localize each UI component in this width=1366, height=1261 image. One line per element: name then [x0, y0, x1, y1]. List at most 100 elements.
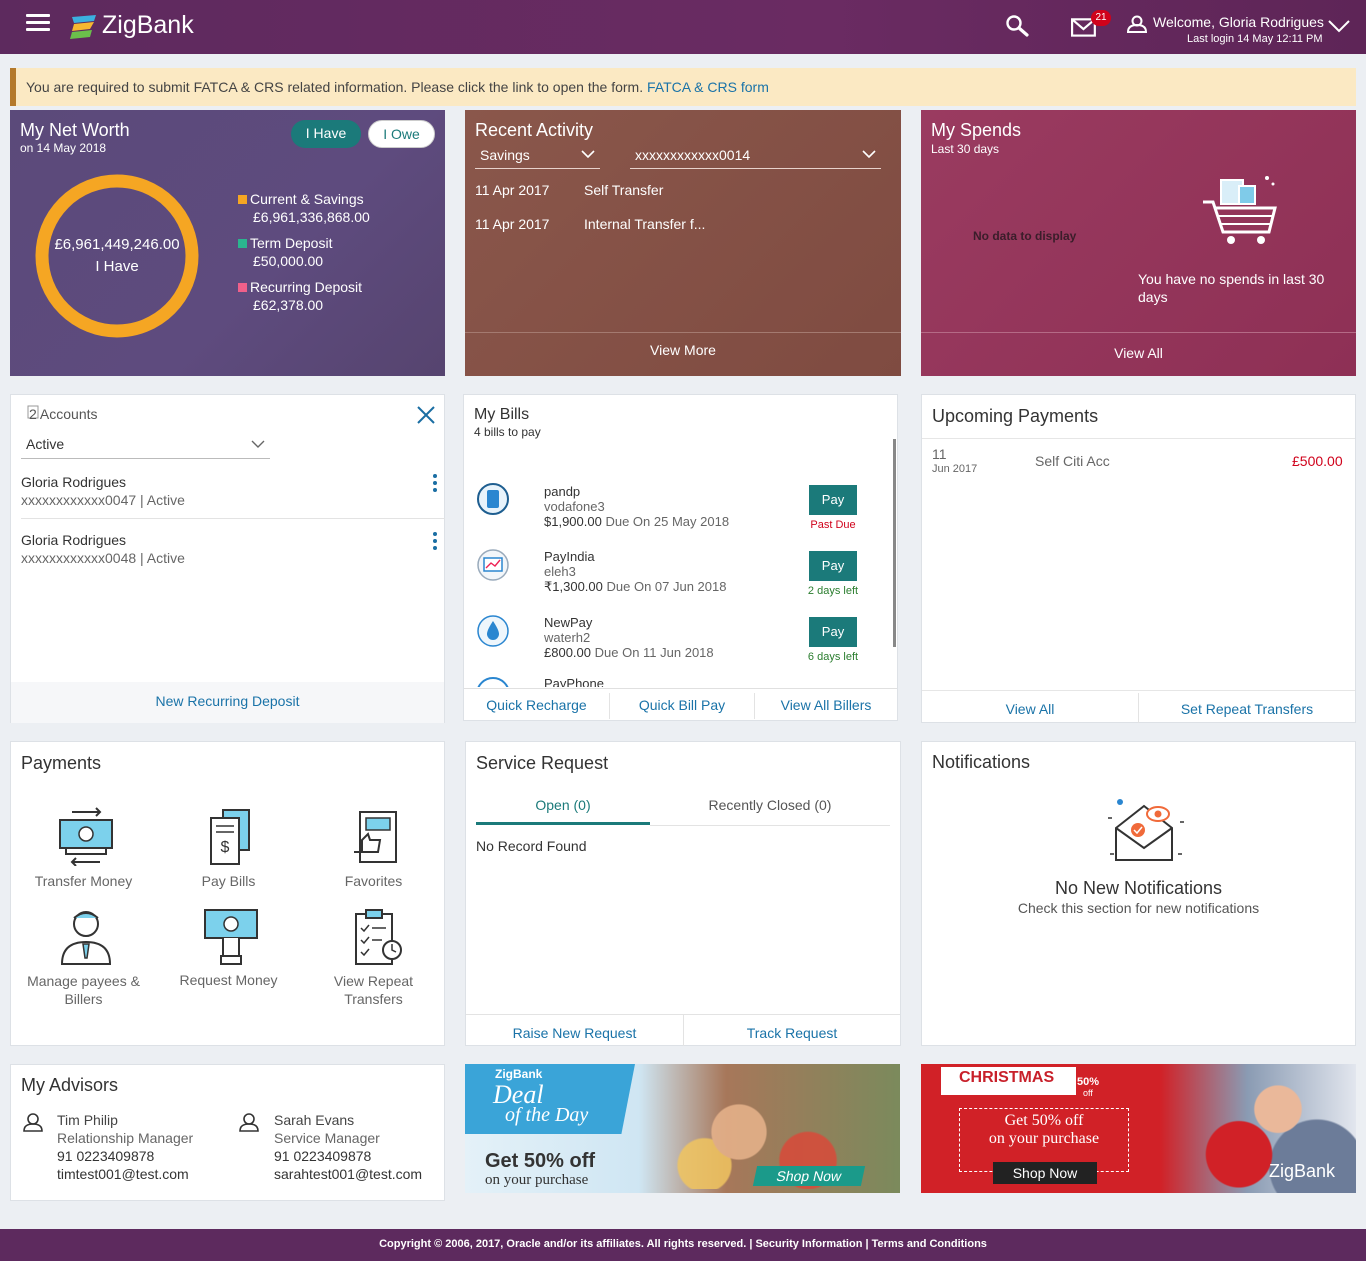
banner-brand: ZigBank — [495, 1067, 543, 1081]
quick-recharge-link[interactable]: Quick Recharge — [464, 697, 609, 713]
recent-activity-card: Recent Activity Savings xxxxxxxxxxxx0014… — [465, 110, 901, 376]
raise-new-request-link[interactable]: Raise New Request — [466, 1025, 683, 1041]
pay-button[interactable]: Pay — [809, 551, 857, 581]
shop-now-button[interactable]: Shop Now — [752, 1166, 866, 1186]
recent-activity-title: Recent Activity — [475, 120, 594, 140]
divider — [464, 688, 897, 689]
chevron-down-icon — [581, 150, 595, 159]
view-all-spends-link[interactable]: View All — [921, 345, 1356, 361]
account-status-select[interactable]: Active — [21, 433, 270, 459]
net-worth-ring — [35, 174, 199, 338]
view-repeat-transfers-tile[interactable]: View Repeat Transfers — [301, 904, 446, 1014]
account-type-select[interactable]: Savings — [475, 144, 600, 169]
no-spends-message: You have no spends in last 30 days — [1138, 271, 1325, 305]
request-money-tile[interactable]: Request Money — [156, 904, 301, 994]
tab-open-requests[interactable]: Open (0) — [476, 797, 650, 813]
close-icon[interactable] — [416, 405, 436, 425]
manage-payees-tile[interactable]: Manage payees & Billers — [11, 904, 156, 1014]
banner-off: off — [1083, 1088, 1093, 1098]
shop-now-button[interactable]: Shop Now — [993, 1162, 1097, 1184]
legend-current-savings-swatch — [238, 195, 247, 204]
chevron-down-icon — [251, 440, 265, 448]
manage-payees-icon — [60, 911, 112, 965]
quick-bill-pay-link[interactable]: Quick Bill Pay — [610, 697, 754, 713]
footer: Copyright © 2006, 2017, Oracle and/or it… — [0, 1229, 1366, 1261]
divider — [650, 825, 890, 826]
legend-recurring-deposit-swatch — [238, 283, 247, 292]
search-icon[interactable] — [1005, 14, 1031, 38]
biller-nickname: eleh3 — [544, 564, 576, 579]
pay-bills-icon: $ — [210, 809, 250, 865]
bills-count: 4 bills to pay — [474, 425, 541, 439]
deal-of-the-day-banner[interactable]: ZigBank Deal of the Day Get 50% off on y… — [465, 1064, 900, 1193]
no-data-text: No data to display — [973, 229, 1077, 243]
bill-due-date: Due On 25 May 2018 — [605, 514, 730, 529]
menu-icon[interactable] — [26, 14, 50, 34]
tab-i-owe[interactable]: I Owe — [368, 120, 435, 148]
zigbank-logo[interactable]: ZigBank — [68, 9, 208, 43]
notification-envelope-icon — [1108, 799, 1184, 861]
biller-nickname: vodafone3 — [544, 499, 605, 514]
banner-percent: 50% — [1077, 1076, 1100, 1088]
new-recurring-deposit-link[interactable]: New Recurring Deposit — [11, 682, 444, 723]
bill-amount: ₹1,300.00 — [544, 579, 603, 594]
advisor-phone[interactable]: 91 0223409878 — [57, 1148, 154, 1164]
biller-name: PayPhone — [544, 677, 604, 687]
view-all-payments-link[interactable]: View All — [922, 701, 1138, 717]
account-type-value: Savings — [480, 147, 530, 163]
advisor-email[interactable]: sarahtest001@test.com — [274, 1166, 422, 1182]
scrollbar[interactable] — [893, 439, 896, 647]
more-options-icon[interactable] — [433, 474, 437, 495]
advisor-email[interactable]: timtest001@test.com — [57, 1166, 189, 1182]
account-number-select[interactable]: xxxxxxxxxxxx0014 — [630, 144, 881, 169]
accounts-count: 2 Accounts — [29, 406, 98, 422]
account-holder-name[interactable]: Gloria Rodrigues — [21, 474, 126, 490]
pay-button[interactable]: Pay — [809, 617, 857, 647]
more-options-icon[interactable] — [433, 532, 437, 553]
legend-term-deposit-swatch — [238, 239, 247, 248]
manage-payees-label: Manage payees & Billers — [27, 973, 140, 1007]
divider — [921, 332, 1356, 333]
my-advisors-card: My Advisors Tim Philip Relationship Mana… — [10, 1064, 445, 1201]
footer-text[interactable]: Copyright © 2006, 2017, Oracle and/or it… — [379, 1238, 987, 1250]
bill-status: 2 days left — [807, 585, 859, 597]
my-spends-period: Last 30 days — [931, 142, 1000, 156]
view-more-link[interactable]: View More — [465, 342, 901, 358]
last-login-text: Last login 14 May 12:11 PM — [1187, 33, 1323, 45]
favorites-label: Favorites — [344, 873, 403, 889]
net-worth-total: £6,961,449,246.00 — [54, 236, 180, 253]
pay-bills-label: Pay Bills — [201, 873, 256, 889]
payment-amount: £500.00 — [1292, 453, 1343, 469]
chevron-down-icon[interactable] — [1328, 20, 1350, 33]
divider — [922, 438, 1355, 439]
account-holder-name[interactable]: Gloria Rodrigues — [21, 532, 126, 548]
welcome-text[interactable]: Welcome, Gloria Rodrigues — [1153, 14, 1324, 30]
bill-due-date: Due On 11 Jun 2018 — [594, 645, 714, 660]
account-detail: xxxxxxxxxxxx0047 | Active — [21, 492, 185, 508]
banner2-brand: ZigBank — [1269, 1161, 1336, 1181]
pay-bills-tile[interactable]: $ Pay Bills — [156, 802, 301, 892]
activity-desc[interactable]: Internal Transfer f... — [584, 216, 705, 232]
christmas-banner[interactable]: CHRISTMAS 50% off Get 50% off on your pu… — [921, 1064, 1356, 1193]
user-icon[interactable] — [1126, 15, 1148, 33]
divider — [922, 690, 1355, 691]
bill-status: 6 days left — [807, 651, 859, 663]
my-bills-title: My Bills — [474, 406, 530, 423]
tab-recently-closed[interactable]: Recently Closed (0) — [650, 797, 890, 813]
view-all-billers-link[interactable]: View All Billers — [755, 697, 897, 713]
activity-desc[interactable]: Self Transfer — [584, 182, 663, 198]
advisor-name: Sarah Evans — [274, 1112, 355, 1128]
fatca-form-link[interactable]: FATCA & CRS form — [647, 79, 769, 95]
net-worth-total-label: I Have — [95, 258, 139, 275]
transfer-money-tile[interactable]: Transfer Money — [11, 802, 156, 892]
tab-i-have[interactable]: I Have — [291, 120, 361, 148]
pay-button[interactable]: Pay — [809, 485, 857, 515]
net-worth-card: My Net Worth on 14 May 2018 £6,961,449,2… — [10, 110, 445, 376]
track-request-link[interactable]: Track Request — [684, 1025, 900, 1041]
advisor-icon — [239, 1113, 259, 1132]
advisor-phone[interactable]: 91 0223409878 — [274, 1148, 371, 1164]
favorites-tile[interactable]: Favorites — [301, 802, 446, 892]
payee-name[interactable]: Self Citi Acc — [1035, 453, 1110, 469]
request-money-label: Request Money — [179, 972, 278, 988]
set-repeat-transfers-link[interactable]: Set Repeat Transfers — [1139, 701, 1355, 717]
